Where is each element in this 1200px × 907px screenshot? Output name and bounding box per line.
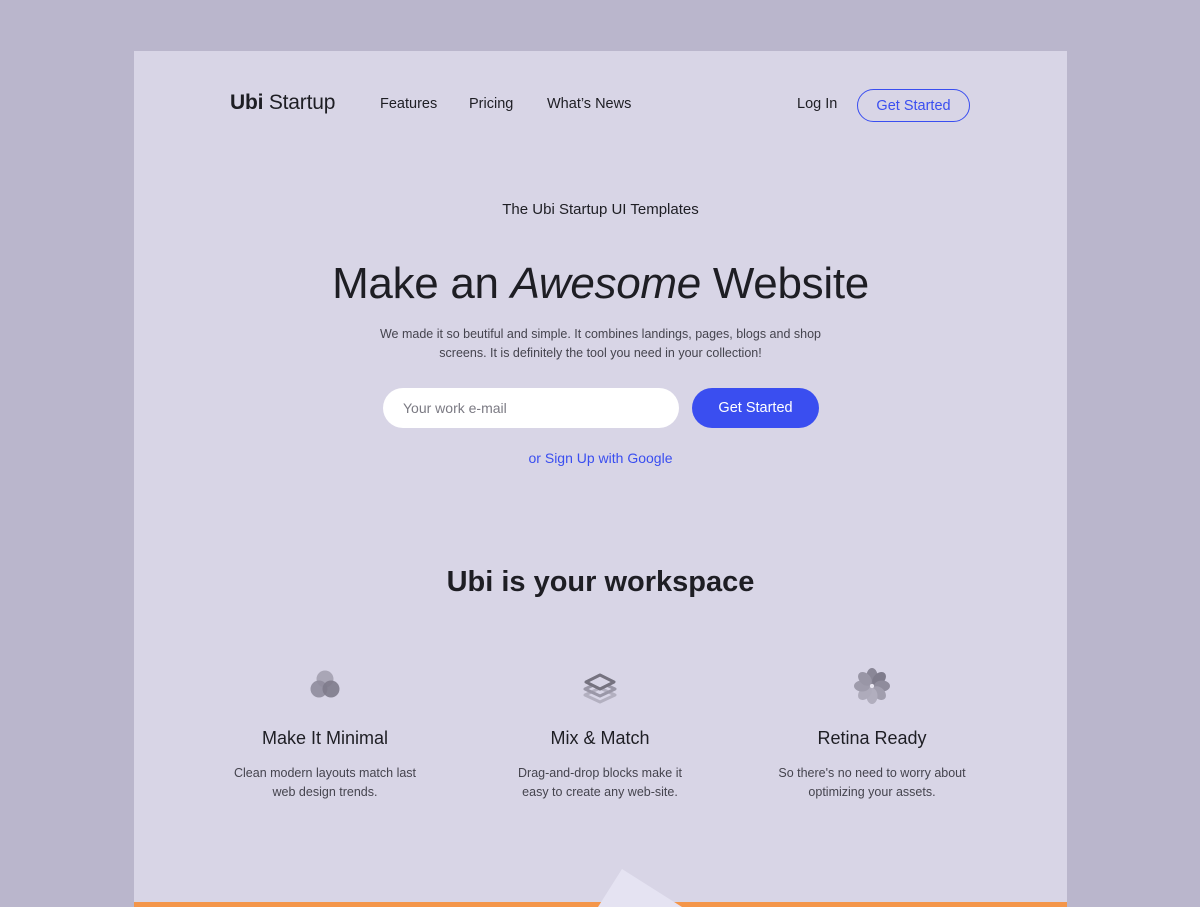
page-frame: Ubi Startup Features Pricing What’s News… xyxy=(134,51,1067,907)
google-signup-row: or Sign Up with Google xyxy=(134,450,1067,466)
feature-desc-line1: So there's no need to worry about xyxy=(778,766,966,780)
email-input[interactable] xyxy=(383,388,679,428)
headline-post: Website xyxy=(700,259,869,308)
headline-pre: Make an xyxy=(332,259,511,308)
top-nav: Ubi Startup Features Pricing What’s News… xyxy=(134,51,1067,161)
layers-icon xyxy=(583,673,617,704)
flower-icon xyxy=(854,668,890,704)
nav-link-features[interactable]: Features xyxy=(380,96,437,112)
brand-bold: Ubi xyxy=(230,91,264,114)
hero-get-started-button[interactable]: Get Started xyxy=(692,388,819,428)
hero-headline: Make an Awesome Website xyxy=(134,259,1067,309)
google-signup-link[interactable]: or Sign Up with Google xyxy=(529,450,673,466)
feature-description: Drag-and-drop blocks make it easy to crea… xyxy=(480,764,720,802)
bottom-accent-bar xyxy=(134,902,1067,907)
feature-card: Retina Ready So there's no need to worry… xyxy=(752,666,992,802)
feature-description: Clean modern layouts match last web desig… xyxy=(205,764,445,802)
feature-title: Mix & Match xyxy=(550,728,650,748)
brand-regular: Startup xyxy=(263,91,336,114)
feature-card: Make It Minimal Clean modern layouts mat… xyxy=(205,666,445,802)
nav-link-whats-news[interactable]: What’s News xyxy=(547,96,631,112)
feature-desc-line1: Clean modern layouts match last xyxy=(233,766,417,780)
feature-desc-line2: optimizing your assets. xyxy=(808,785,936,799)
hero-subtext: We made it so beutiful and simple. It co… xyxy=(134,325,1067,363)
nav-link-pricing[interactable]: Pricing xyxy=(469,96,513,112)
hero-eyebrow: The Ubi Startup UI Templates xyxy=(502,201,699,218)
features-title: Ubi is your workspace xyxy=(446,566,755,598)
feature-title: Retina Ready xyxy=(817,728,927,748)
feature-desc-line2: easy to create any web-site. xyxy=(522,785,678,799)
login-link[interactable]: Log In xyxy=(797,96,837,112)
brand-logo[interactable]: Ubi Startup xyxy=(230,91,335,115)
headline-emphasis: Awesome xyxy=(510,259,702,308)
feature-title: Make It Minimal xyxy=(261,728,389,748)
hero-subtext-line1: We made it so beutiful and simple. It co… xyxy=(379,327,821,341)
feature-description: So there's no need to worry about optimiz… xyxy=(752,764,992,802)
feature-card: Mix & Match Drag-and-drop blocks make it… xyxy=(480,666,720,802)
nav-get-started-button[interactable]: Get Started xyxy=(857,89,970,122)
hero-subtext-line2: screens. It is definitely the tool you n… xyxy=(439,346,762,360)
feature-desc-line2: web design trends. xyxy=(272,785,378,799)
feature-desc-line1: Drag-and-drop blocks make it xyxy=(518,766,682,780)
circles-icon xyxy=(310,670,340,698)
